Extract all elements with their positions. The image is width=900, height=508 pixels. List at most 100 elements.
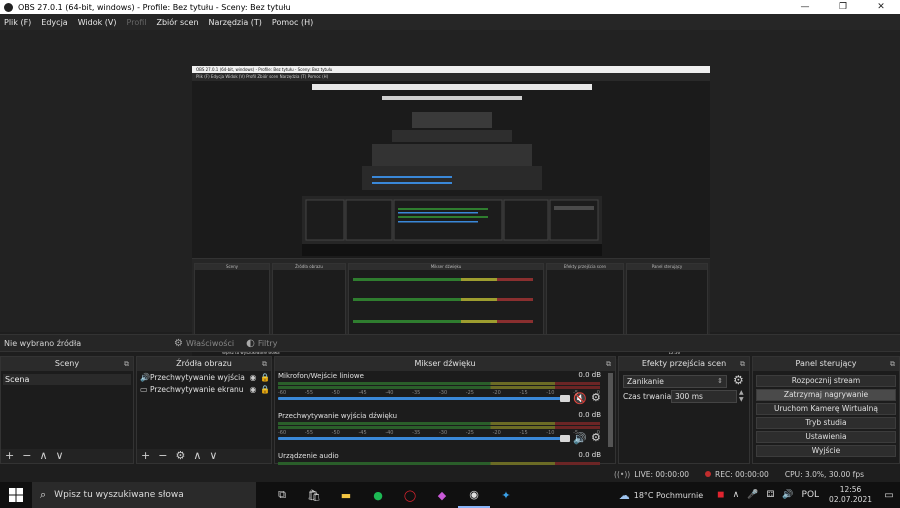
volume-slider[interactable] xyxy=(278,437,566,440)
gear-icon[interactable]: ⚙ xyxy=(591,431,601,444)
nested-dock-row: Sceny Źródła obrazu Mikser dźwięku Efekt… xyxy=(192,258,710,346)
transition-selected: Zanikanie xyxy=(627,377,664,386)
transition-select[interactable]: Zanikanie ⇕ xyxy=(623,375,727,388)
visibility-eye-icon[interactable]: ◉ xyxy=(247,373,259,382)
opera-icon[interactable]: ◯ xyxy=(394,482,426,508)
language-indicator[interactable]: POL xyxy=(802,490,820,500)
sources-header: Źródła obrazu ⧉ xyxy=(137,357,271,371)
nested-controls-dock: Panel sterujący xyxy=(626,263,708,343)
clock-date: 02.07.2021 xyxy=(829,495,872,504)
volume-meter xyxy=(278,386,600,389)
notification-icon[interactable]: ▭ xyxy=(878,490,900,501)
tool-app-icon[interactable]: ✦ xyxy=(490,482,522,508)
lock-icon[interactable]: 🔒 xyxy=(259,373,271,382)
speaker-icon: 🔊 xyxy=(140,372,150,382)
sources-title: Źródła obrazu xyxy=(176,359,232,368)
speaker-icon[interactable]: 🔊 xyxy=(573,432,587,445)
scenes-dock: Sceny ⧉ Scena + − ∧ ∨ xyxy=(0,356,134,464)
preview-canvas[interactable]: OBS 27.0.1 (64-bit, windows) - Profile: … xyxy=(192,66,710,359)
start-virtual-camera-button[interactable]: Uruchom Kamerę Wirtualną xyxy=(756,403,896,415)
nested-window-title: OBS 27.0.1 (64-bit, windows) - Profile: … xyxy=(192,66,710,73)
move-up-button[interactable]: ∧ xyxy=(39,449,47,463)
start-stream-button[interactable]: Rozpocznij stream xyxy=(756,375,896,387)
lock-icon[interactable]: 🔒 xyxy=(259,385,271,394)
studio-mode-button[interactable]: Tryb studia xyxy=(756,417,896,429)
nested-sources-dock: Źródła obrazu xyxy=(272,263,346,343)
spotify-icon[interactable]: ● xyxy=(362,482,394,508)
undock-icon[interactable]: ⧉ xyxy=(740,357,745,371)
undock-icon[interactable]: ⧉ xyxy=(890,357,895,371)
task-view-icon[interactable]: ⧉ xyxy=(266,482,298,508)
chevron-up-icon[interactable]: ∧ xyxy=(733,490,740,500)
exit-button[interactable]: Wyjście xyxy=(756,445,896,457)
volume-icon[interactable]: 🔊 xyxy=(782,490,793,500)
volume-slider-handle[interactable] xyxy=(560,435,570,442)
close-button[interactable]: ✕ xyxy=(862,0,900,14)
menu-file[interactable]: Plik (F) xyxy=(4,18,31,27)
source-properties-icon[interactable]: ⚙ xyxy=(175,449,185,463)
drop-app-icon[interactable]: ◆ xyxy=(426,482,458,508)
taskbar-clock[interactable]: 12:56 02.07.2021 xyxy=(829,485,872,505)
visibility-eye-icon[interactable]: ◉ xyxy=(247,385,259,394)
source-toolbar: Nie wybrano źródła ⚙ Właściwości ◐ Filtr… xyxy=(0,334,900,352)
volume-slider[interactable] xyxy=(278,397,566,400)
nested-mixer-header: Mikser dźwięku xyxy=(349,264,543,270)
channel-name: Urządzenie audio xyxy=(278,452,339,460)
microphone-icon[interactable]: 🎤 xyxy=(747,490,758,500)
move-down-button[interactable]: ∨ xyxy=(56,449,64,463)
minimize-button[interactable]: — xyxy=(786,0,824,14)
add-scene-button[interactable]: + xyxy=(5,449,14,463)
gear-icon[interactable]: ⚙ xyxy=(733,373,744,387)
maximize-button[interactable]: ❐ xyxy=(824,0,862,14)
undock-icon[interactable]: ⧉ xyxy=(606,357,611,371)
nested-transitions-dock: Efekty przejścia scen xyxy=(546,263,624,343)
menu-tools[interactable]: Narzędzia (T) xyxy=(209,18,262,27)
search-icon: ⌕ xyxy=(40,488,47,501)
menu-scene-collection[interactable]: Zbiór scen xyxy=(156,18,198,27)
undock-icon[interactable]: ⧉ xyxy=(262,357,267,371)
muted-speaker-icon[interactable]: 🔇 xyxy=(573,392,587,405)
undock-icon[interactable]: ⧉ xyxy=(124,357,129,371)
remove-scene-button[interactable]: − xyxy=(22,449,31,463)
menu-help[interactable]: Pomoc (H) xyxy=(272,18,313,27)
source-row[interactable]: ▭ Przechwytywanie ekranu ◉ 🔒 xyxy=(137,383,271,395)
volume-meter xyxy=(278,422,600,425)
weather-widget[interactable]: ☁ 18°C Pochmurnie xyxy=(619,489,703,502)
menu-view[interactable]: Widok (V) xyxy=(78,18,117,27)
gear-icon[interactable]: ⚙ xyxy=(591,391,601,404)
move-up-button[interactable]: ∧ xyxy=(193,449,201,463)
source-row[interactable]: 🔊 Przechwytywanie wyjścia c ◉ 🔒 xyxy=(137,371,271,383)
remove-source-button[interactable]: − xyxy=(158,449,167,463)
obs-taskbar-icon[interactable]: ◉ xyxy=(458,482,490,508)
nested-transitions-header: Efekty przejścia scen xyxy=(547,264,623,270)
controls-header: Panel sterujący ⧉ xyxy=(753,357,899,371)
menu-profile[interactable]: Profil xyxy=(127,18,147,27)
audio-mixer-dock: Mikser dźwięku ⧉ Mikrofon/Wejście liniow… xyxy=(274,356,616,465)
network-icon[interactable]: ⚃ xyxy=(766,490,774,500)
menu-edit[interactable]: Edycja xyxy=(41,18,67,27)
settings-button[interactable]: Ustawienia xyxy=(756,431,896,443)
start-button[interactable] xyxy=(0,482,32,508)
store-icon[interactable]: 🛍 xyxy=(298,482,330,508)
obs-logo-icon xyxy=(4,2,13,12)
taskbar-search[interactable]: ⌕ Wpisz tu wyszukiwane słowa xyxy=(32,482,256,508)
volume-slider-handle[interactable] xyxy=(560,395,570,402)
filter-icon: ◐ xyxy=(246,337,255,349)
duration-input[interactable]: 300 ms xyxy=(671,390,737,403)
properties-button[interactable]: ⚙ Właściwości xyxy=(174,338,234,349)
tray-app-icon[interactable]: ◼ xyxy=(717,490,724,500)
stop-recording-button[interactable]: Zatrzymaj nagrywanie xyxy=(756,389,896,401)
duration-spinner[interactable]: ▲ ▼ xyxy=(739,389,744,403)
move-down-button[interactable]: ∨ xyxy=(209,449,217,463)
volume-meter xyxy=(278,382,600,385)
filters-button[interactable]: ◐ Filtry xyxy=(246,338,277,349)
mixer-scrollbar[interactable] xyxy=(608,373,613,447)
preview-area[interactable]: OBS 27.0.1 (64-bit, windows) - Profile: … xyxy=(0,30,900,359)
file-explorer-icon[interactable]: ▬ xyxy=(330,482,362,508)
mixer-header: Mikser dźwięku ⧉ xyxy=(275,357,615,371)
add-source-button[interactable]: + xyxy=(141,449,150,463)
window-title: OBS 27.0.1 (64-bit, windows) - Profile: … xyxy=(18,2,291,12)
scene-item[interactable]: Scena xyxy=(3,374,131,385)
nested-scenes-dock: Sceny xyxy=(194,263,270,343)
nested-meter xyxy=(353,320,533,323)
